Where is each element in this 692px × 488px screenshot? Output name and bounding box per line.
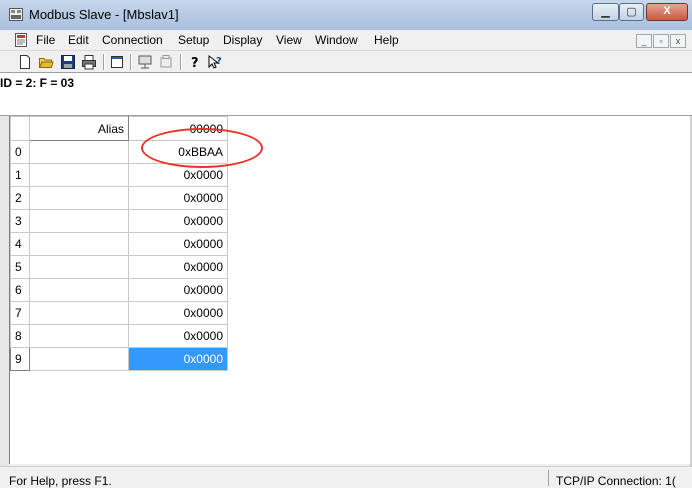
value-cell[interactable]: 0x0000 xyxy=(128,209,228,233)
register-grid: Alias 00000 0 0xBBAA 1 0x0000 2 0x0000 3… xyxy=(9,116,690,464)
value-cell[interactable]: 0x0000 xyxy=(128,301,228,325)
mdi-restore-button[interactable]: ▫ xyxy=(653,34,669,48)
document-icon[interactable] xyxy=(13,32,29,48)
window-title: Modbus Slave - [Mbslav1] xyxy=(29,7,179,22)
app-icon xyxy=(9,8,23,21)
table-row: 3 0x0000 xyxy=(10,209,228,233)
slave-function-info: ID = 2: F = 03 xyxy=(0,76,75,90)
status-separator xyxy=(548,470,549,486)
alias-cell[interactable] xyxy=(29,140,129,164)
help-icon[interactable]: ? xyxy=(187,54,203,70)
value-cell-selected[interactable]: 0x0000 xyxy=(128,347,228,371)
svg-text:?: ? xyxy=(216,56,222,67)
highlight-annotation-circle xyxy=(141,128,263,168)
menu-file[interactable]: File xyxy=(36,33,55,47)
menu-window[interactable]: Window xyxy=(315,33,358,47)
row-header[interactable]: 2 xyxy=(10,186,30,210)
corner-cell xyxy=(10,116,30,141)
alias-cell[interactable] xyxy=(29,186,129,210)
window-icon[interactable] xyxy=(109,54,125,70)
row-header[interactable]: 1 xyxy=(10,163,30,187)
new-icon[interactable] xyxy=(17,54,33,70)
row-header[interactable]: 6 xyxy=(10,278,30,302)
status-bar: For Help, press F1. TCP/IP Connection: 1… xyxy=(0,466,692,488)
table-row: 8 0x0000 xyxy=(10,324,228,348)
table-row: 6 0x0000 xyxy=(10,278,228,302)
close-icon: X xyxy=(663,5,671,17)
alias-cell[interactable] xyxy=(29,163,129,187)
table-row: 5 0x0000 xyxy=(10,255,228,279)
title-bar: Modbus Slave - [Mbslav1] ▁ ▢ X xyxy=(0,0,692,30)
alias-cell[interactable] xyxy=(29,301,129,325)
open-icon[interactable] xyxy=(38,54,54,70)
maximize-button[interactable]: ▢ xyxy=(619,3,644,21)
disconnect-icon[interactable] xyxy=(158,54,174,70)
row-header[interactable]: 3 xyxy=(10,209,30,233)
row-header[interactable]: 7 xyxy=(10,301,30,325)
row-header[interactable]: 8 xyxy=(10,324,30,348)
alias-cell[interactable] xyxy=(29,278,129,302)
maximize-icon: ▢ xyxy=(626,6,637,18)
alias-cell[interactable] xyxy=(29,347,129,371)
context-help-icon[interactable]: ? xyxy=(207,54,223,70)
alias-cell[interactable] xyxy=(29,255,129,279)
table-row: 4 0x0000 xyxy=(10,232,228,256)
info-panel: ID = 2: F = 03 xyxy=(0,73,692,116)
alias-cell[interactable] xyxy=(29,209,129,233)
table-row: 2 0x0000 xyxy=(10,186,228,210)
svg-text:?: ? xyxy=(191,56,199,70)
menu-help[interactable]: Help xyxy=(374,33,399,47)
row-header[interactable]: 9 xyxy=(10,347,30,371)
alias-cell[interactable] xyxy=(29,324,129,348)
menu-connection[interactable]: Connection xyxy=(102,33,163,47)
row-header[interactable]: 4 xyxy=(10,232,30,256)
menu-edit[interactable]: Edit xyxy=(68,33,89,47)
value-cell[interactable]: 0x0000 xyxy=(128,255,228,279)
menu-display[interactable]: Display xyxy=(223,33,262,47)
value-cell[interactable]: 0x0000 xyxy=(128,186,228,210)
alias-cell[interactable] xyxy=(29,232,129,256)
value-cell[interactable]: 0x0000 xyxy=(128,232,228,256)
close-button[interactable]: X xyxy=(646,3,688,21)
toolbar: ? ? xyxy=(0,50,692,73)
mdi-minimize-button[interactable]: _ xyxy=(636,34,652,48)
value-cell[interactable]: 0x0000 xyxy=(128,324,228,348)
print-icon[interactable] xyxy=(81,54,97,70)
menu-bar: File Edit Connection Setup Display View … xyxy=(0,30,692,50)
save-icon[interactable] xyxy=(60,54,76,70)
connect-icon[interactable] xyxy=(137,54,153,70)
alias-column-header[interactable]: Alias xyxy=(29,116,129,141)
left-border xyxy=(0,116,9,466)
row-header[interactable]: 5 xyxy=(10,255,30,279)
mdi-close-button[interactable]: x xyxy=(670,34,686,48)
row-header[interactable]: 0 xyxy=(10,140,30,164)
minimize-button[interactable]: ▁ xyxy=(592,3,619,21)
table-row: 9 0x0000 xyxy=(10,347,228,371)
table-row: 7 0x0000 xyxy=(10,301,228,325)
minimize-icon: ▁ xyxy=(601,6,610,18)
value-cell[interactable]: 0x0000 xyxy=(128,278,228,302)
menu-view[interactable]: View xyxy=(276,33,302,47)
menu-setup[interactable]: Setup xyxy=(178,33,209,47)
